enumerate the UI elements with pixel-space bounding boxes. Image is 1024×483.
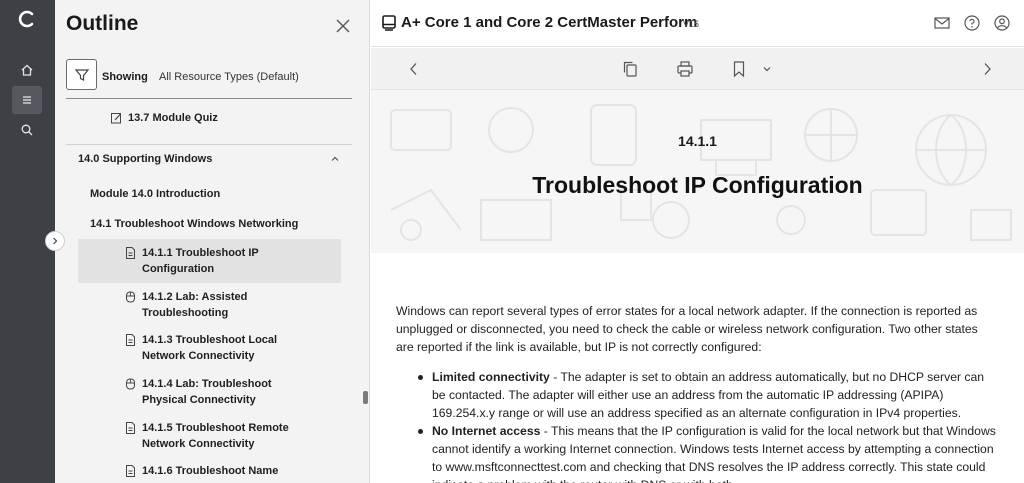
outline-panel: Outline Showing All Resource Types (Defa… [55, 0, 370, 483]
lab-icon [126, 291, 135, 303]
outline-item-label: 14.1.6 Troubleshoot Name [142, 465, 279, 477]
filter-button[interactable] [66, 59, 97, 90]
outline-item-label: 14.1.5 Troubleshoot Remote Network Conne… [142, 422, 289, 450]
intro-paragraph: Windows can report several types of erro… [396, 304, 978, 354]
outline-item-label: 14.1.4 Lab: Troubleshoot Physical Connec… [142, 378, 272, 406]
divider [66, 98, 352, 99]
outline-section-label: 14.0 Supporting Windows [78, 153, 213, 165]
copy-icon[interactable] [621, 60, 639, 78]
collapse-panel-button[interactable] [45, 231, 65, 251]
outline-item-label: 13.7 Module Quiz [128, 112, 218, 124]
search-icon [21, 124, 33, 136]
main-content: A+ Core 1 and Core 2 CertMaster Perform … [371, 0, 1024, 483]
outline-item-label: 14.1 Troubleshoot Windows Networking [90, 218, 299, 230]
states-list: Limited connectivity - The adapter is se… [396, 368, 996, 483]
article-body: Windows can report several types of erro… [396, 302, 996, 483]
showing-filter-value[interactable]: All Resource Types (Default) [159, 71, 299, 83]
help-icon[interactable] [963, 14, 981, 32]
section-number: 14.1.1 [678, 133, 717, 149]
document-icon [126, 422, 135, 434]
document-icon [126, 465, 135, 477]
next-page-icon[interactable] [978, 60, 996, 78]
section-title: Troubleshoot IP Configuration [532, 172, 863, 198]
top-bar: A+ Core 1 and Core 2 CertMaster Perform … [371, 0, 1024, 47]
app-logo-icon[interactable] [17, 9, 37, 29]
home-button[interactable] [12, 56, 42, 84]
filter-icon [74, 68, 89, 81]
outline-section-14-0[interactable]: 14.0 Supporting Windows [78, 151, 318, 167]
outline-item-14-1[interactable]: 14.1 Troubleshoot Windows Networking [90, 216, 350, 232]
term-no-internet-access: No Internet access [432, 424, 541, 438]
list-item: Limited connectivity - The adapter is se… [418, 368, 996, 422]
search-button[interactable] [12, 116, 42, 144]
mail-icon[interactable] [933, 14, 951, 32]
lab-icon [126, 378, 135, 390]
chevron-down-icon[interactable] [761, 63, 773, 75]
previous-page-icon[interactable] [405, 60, 423, 78]
chevron-right-icon [53, 237, 58, 245]
list-icon [23, 96, 31, 104]
edit-icon [111, 113, 121, 124]
outline-item-label: Module 14.0 Introduction [90, 188, 221, 200]
close-icon[interactable] [334, 17, 352, 35]
outline-item-module-intro[interactable]: Module 14.0 Introduction [90, 186, 330, 202]
outline-item-label: 14.1.1 Troubleshoot IP Configuration [142, 247, 259, 275]
outline-item-label: 14.1.3 Troubleshoot Local Network Connec… [142, 334, 278, 362]
print-icon[interactable] [676, 60, 694, 78]
reader-toolbar [371, 48, 1024, 90]
course-version: V15 [683, 19, 700, 29]
outline-item-label: 14.1.2 Lab: Assisted Troubleshooting [142, 291, 248, 319]
outline-scrollbar[interactable] [363, 391, 368, 404]
showing-label: Showing [102, 71, 148, 83]
outline-title: Outline [66, 12, 139, 35]
divider [66, 144, 352, 145]
document-icon [126, 247, 135, 259]
app-window: Outline Showing All Resource Types (Defa… [0, 0, 1024, 483]
outline-menu-button[interactable] [12, 86, 42, 114]
list-item: No Internet access - This means that the… [418, 422, 996, 483]
book-icon [382, 15, 396, 31]
user-account-icon[interactable] [993, 14, 1011, 32]
term-limited-connectivity: Limited connectivity [432, 370, 550, 384]
chevron-up-icon[interactable] [330, 154, 340, 164]
home-icon [21, 64, 33, 76]
bookmark-icon[interactable] [730, 60, 748, 78]
course-title: A+ Core 1 and Core 2 CertMaster Perform [401, 14, 698, 31]
document-icon [126, 334, 135, 346]
